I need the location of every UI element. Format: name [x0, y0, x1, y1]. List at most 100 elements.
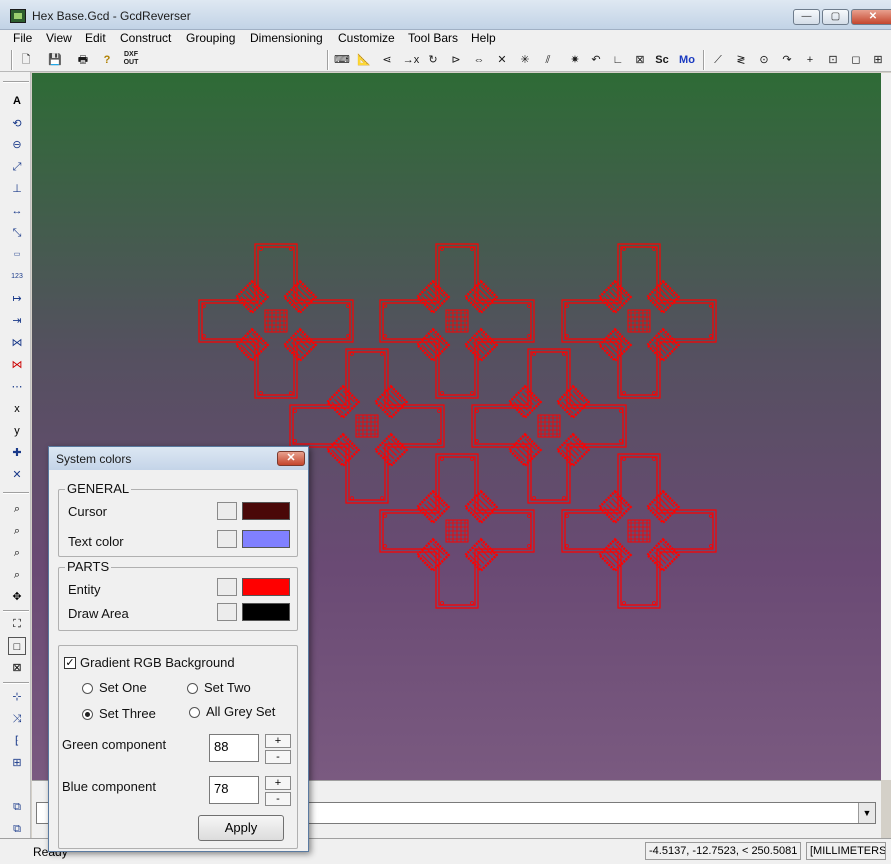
draw-area-color-button[interactable]	[217, 603, 237, 621]
entity-color-button[interactable]	[217, 578, 237, 596]
dxf-out-icon[interactable]: DXF OUT	[120, 51, 142, 69]
chamfer-icon[interactable]: ∟	[609, 51, 627, 69]
insert-icon[interactable]: ⊞	[869, 51, 887, 69]
blue-minus-button[interactable]: -	[265, 792, 291, 806]
menu-dimensioning[interactable]: Dimensioning	[250, 31, 323, 45]
pan-icon[interactable]: ✥	[8, 588, 26, 606]
set-three-radio[interactable]	[82, 709, 93, 720]
gradient-checkbox[interactable]: ✓	[64, 657, 76, 669]
app-icon[interactable]	[10, 9, 26, 23]
cross-icon[interactable]: ✕	[8, 466, 26, 484]
menu-grouping[interactable]: Grouping	[186, 31, 235, 45]
vertical-dim-icon[interactable]: ⊥	[8, 180, 26, 198]
zoom-extents-icon[interactable]: ⛶	[8, 615, 26, 633]
menu-customize[interactable]: Customize	[338, 31, 395, 45]
text-color-button[interactable]	[217, 530, 237, 548]
menu-edit[interactable]: Edit	[85, 31, 106, 45]
share-icon[interactable]: ⋖	[378, 51, 396, 69]
note-icon[interactable]: ▭	[8, 246, 26, 264]
save-icon[interactable]: 💾	[46, 51, 64, 69]
menu-file[interactable]: File	[13, 31, 32, 45]
delete-cut-icon[interactable]: ⋈	[8, 356, 26, 374]
apply-button[interactable]: Apply	[198, 815, 284, 841]
origin-icon[interactable]: ✚	[8, 444, 26, 462]
maximize-button[interactable]: ▢	[822, 9, 849, 25]
mirror-icon[interactable]: ⊳	[447, 51, 465, 69]
set-one-radio[interactable]	[82, 683, 93, 694]
close-button[interactable]: ✕	[851, 9, 891, 25]
offset-icon[interactable]: ⫽	[539, 51, 557, 69]
zoom-window-icon[interactable]: ⌕	[8, 522, 26, 540]
move-x-icon[interactable]: →x	[402, 51, 420, 69]
chevron-down-icon[interactable]: ▼	[858, 803, 875, 823]
line-icon[interactable]: ⟋	[709, 51, 727, 69]
cad-part[interactable]	[561, 453, 717, 609]
aligned-dim-icon[interactable]: ⤢	[8, 158, 26, 176]
ruler-icon[interactable]: 📐	[355, 51, 373, 69]
leader-icon[interactable]: ⤡	[8, 224, 26, 242]
green-plus-button[interactable]: +	[265, 734, 291, 748]
rotate-icon[interactable]: ↻	[424, 51, 442, 69]
zoom-out-icon[interactable]: ⌕	[8, 566, 26, 584]
group-icon[interactable]: ⊹	[8, 688, 26, 706]
cad-part[interactable]	[198, 243, 354, 399]
cursor-color-button[interactable]	[217, 502, 237, 520]
mode-button[interactable]: Mo	[676, 51, 698, 69]
print-icon[interactable]: 🖶	[74, 51, 92, 69]
menu-construct[interactable]: Construct	[120, 31, 171, 45]
horizontal-dim-icon[interactable]: ↔	[8, 202, 26, 220]
fillet-icon[interactable]: ↶	[587, 51, 605, 69]
menu-tool-bars[interactable]: Tool Bars	[408, 31, 458, 45]
layer-icon[interactable]: ⧉	[8, 798, 26, 816]
grid-icon[interactable]: ⊞	[8, 754, 26, 772]
explode-icon[interactable]: ✷	[566, 51, 584, 69]
circle-icon[interactable]: ⊙	[755, 51, 773, 69]
green-minus-button[interactable]: -	[265, 750, 291, 764]
box-icon[interactable]: ◻	[847, 51, 865, 69]
vertical-scrollbar[interactable]	[881, 73, 891, 780]
extend-icon[interactable]: ✳	[516, 51, 534, 69]
zoom-in-icon[interactable]: ⌕	[8, 544, 26, 562]
scale-button[interactable]: Sc	[653, 51, 671, 69]
blue-plus-button[interactable]: +	[265, 776, 291, 790]
dialog-close-icon[interactable]: ✕	[277, 451, 305, 466]
point-icon[interactable]: +	[801, 51, 819, 69]
diameter-icon[interactable]: ⊖	[8, 136, 26, 154]
trim-icon[interactable]: ✕	[493, 51, 511, 69]
select-window-icon[interactable]: □	[8, 637, 26, 655]
rectangle-icon[interactable]: ⊡	[824, 51, 842, 69]
arc-icon[interactable]: ↷	[778, 51, 796, 69]
menu-help[interactable]: Help	[471, 31, 496, 45]
stretch-icon[interactable]: ⇔	[470, 51, 488, 69]
blue-component-input[interactable]: 78	[209, 776, 259, 804]
arc-dim-icon[interactable]: ⟲	[8, 115, 26, 133]
scale-box-icon[interactable]: ⊠	[631, 51, 649, 69]
set-two-radio[interactable]	[187, 683, 198, 694]
cad-part[interactable]	[471, 348, 627, 504]
zoom-icon[interactable]: ⌕	[8, 500, 26, 518]
select-all-icon[interactable]: ⊠	[8, 659, 26, 677]
menu-view[interactable]: View	[46, 31, 72, 45]
x-coordinate-icon[interactable]: x	[8, 400, 26, 418]
minimize-button[interactable]: —	[793, 9, 820, 25]
cad-part[interactable]	[561, 243, 717, 399]
cad-part[interactable]	[379, 243, 535, 399]
dotted-line-icon[interactable]: ⋯	[8, 378, 26, 396]
bracket-icon[interactable]: ⁅	[8, 732, 26, 750]
cad-part[interactable]	[379, 453, 535, 609]
dialog-title-bar[interactable]: System colors ✕	[49, 447, 308, 470]
keyboard-icon[interactable]: ⌨	[333, 51, 351, 69]
all-grey-radio[interactable]	[189, 707, 200, 718]
green-component-input[interactable]: 88	[209, 734, 259, 762]
ungroup-icon[interactable]: ⤨	[8, 710, 26, 728]
polyline-icon[interactable]: ≷	[732, 51, 750, 69]
arrow-t-icon[interactable]: ⇥	[8, 312, 26, 330]
y-coordinate-icon[interactable]: y	[8, 422, 26, 440]
text-tool-icon[interactable]: A	[8, 92, 26, 110]
help-icon[interactable]: ?	[98, 51, 116, 69]
number-icon[interactable]: 123	[8, 268, 26, 286]
cad-part[interactable]	[289, 348, 445, 504]
layers-icon[interactable]: ⧉	[8, 820, 26, 838]
new-file-icon[interactable]: 🗋	[17, 51, 35, 69]
arrow-icon[interactable]: ↦	[8, 290, 26, 308]
